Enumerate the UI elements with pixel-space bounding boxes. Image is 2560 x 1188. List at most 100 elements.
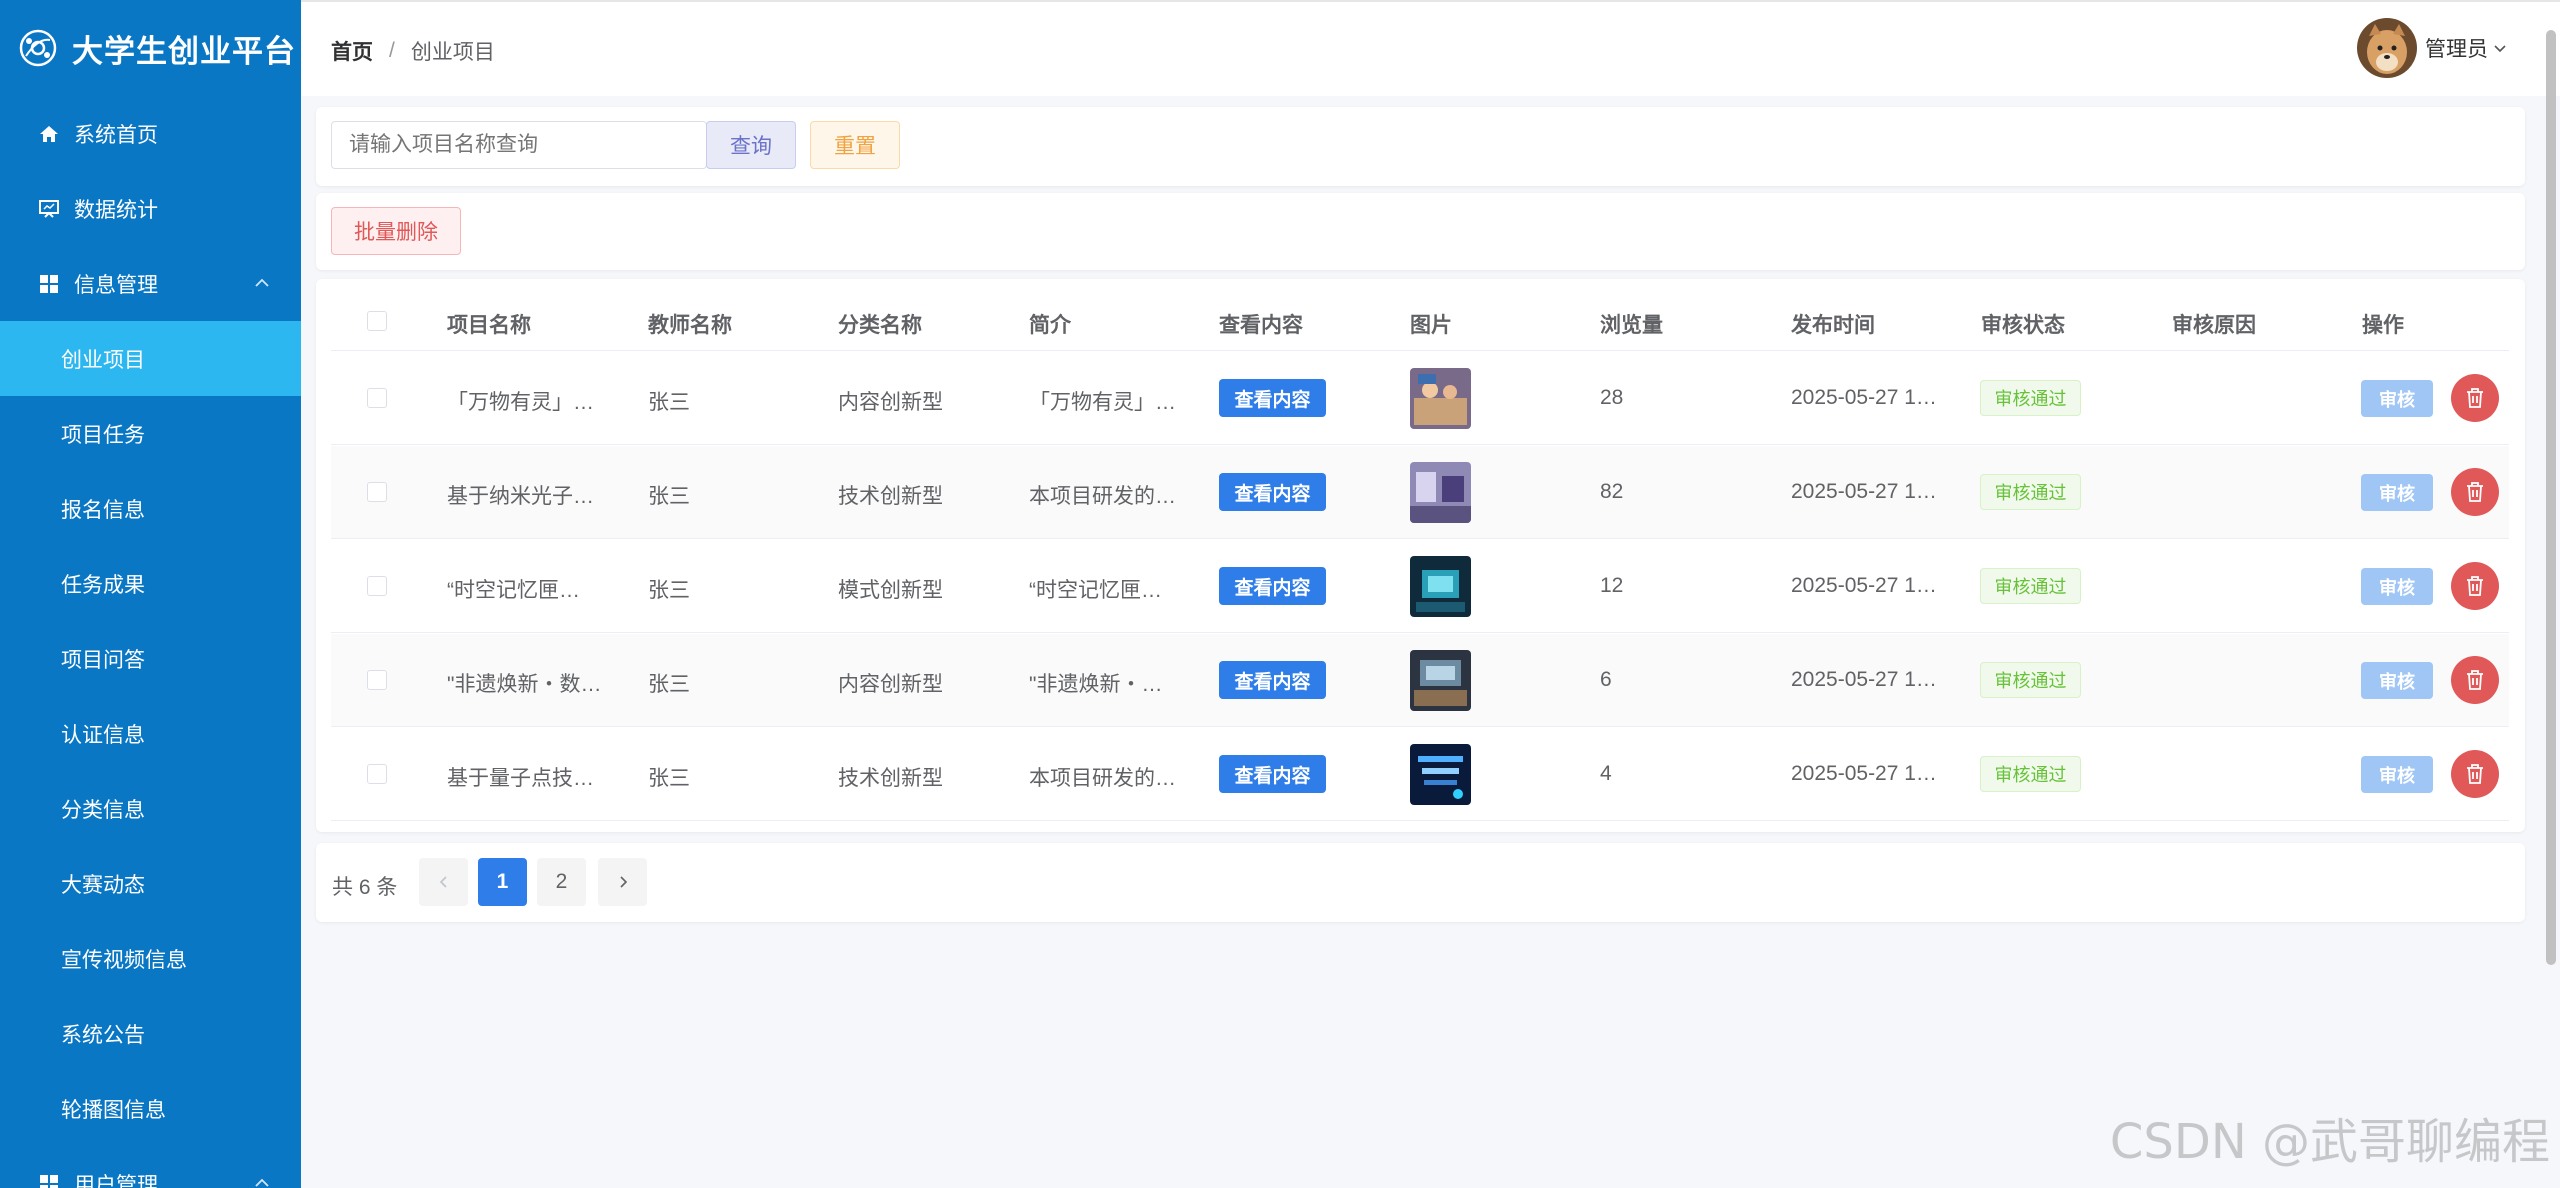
row-checkbox[interactable] <box>367 670 387 690</box>
trash-icon <box>2467 482 2483 502</box>
table-row: “时空记忆匣… 张三 模式创新型 “时空记忆匣… 查看内容 12 2025-05… <box>331 540 2509 633</box>
project-intro: 本项目研发的… <box>1029 767 1176 790</box>
trash-icon <box>2467 670 2483 690</box>
sidebar-group-info-management[interactable]: 信息管理 <box>0 246 301 321</box>
project-intro: 本项目研发的… <box>1029 485 1176 508</box>
query-button[interactable]: 查询 <box>706 121 796 169</box>
grid-icon <box>38 1173 60 1188</box>
next-page-button[interactable] <box>598 858 647 906</box>
page-2-button[interactable]: 2 <box>537 858 586 906</box>
row-checkbox[interactable] <box>367 764 387 784</box>
chevron-up-icon <box>255 278 269 287</box>
table-row: "非遗焕新・数… 张三 内容创新型 "非遗焕新・… 查看内容 6 2025-05… <box>331 634 2509 727</box>
sidebar-item-project-qa[interactable]: 项目问答 <box>0 621 301 696</box>
status-badge: 审核通过 <box>1980 756 2081 792</box>
delete-button[interactable] <box>2451 562 2499 610</box>
sidebar-item-project-tasks[interactable]: 项目任务 <box>0 396 301 471</box>
audit-button[interactable]: 审核 <box>2361 568 2433 605</box>
search-input[interactable] <box>331 121 707 169</box>
column-header: 查看内容 <box>1219 314 1303 337</box>
column-header: 分类名称 <box>838 314 922 337</box>
home-icon <box>38 123 60 145</box>
prev-page-button[interactable] <box>419 858 468 906</box>
avatar[interactable] <box>2357 18 2417 78</box>
project-table: 项目名称 教师名称 分类名称 简介 查看内容 图片 浏览量 发布时间 审核状态 … <box>316 279 2525 832</box>
breadcrumb-separator: / <box>389 39 395 62</box>
row-checkbox[interactable] <box>367 482 387 502</box>
sidebar-item-home[interactable]: 系统首页 <box>0 96 301 171</box>
view-content-button[interactable]: 查看内容 <box>1219 379 1326 417</box>
sidebar-item-stats[interactable]: 数据统计 <box>0 171 301 246</box>
sidebar-item-carousel[interactable]: 轮播图信息 <box>0 1071 301 1146</box>
column-header: 发布时间 <box>1791 314 1875 337</box>
status-badge: 审核通过 <box>1980 662 2081 698</box>
sidebar-item-task-results[interactable]: 任务成果 <box>0 546 301 621</box>
sidebar-item-registration[interactable]: 报名信息 <box>0 471 301 546</box>
trash-icon <box>2467 576 2483 596</box>
trash-icon <box>2467 388 2483 408</box>
sidebar-item-label: 用户管理 <box>74 1173 158 1188</box>
sidebar-item-certification[interactable]: 认证信息 <box>0 696 301 771</box>
user-menu[interactable]: 管理员 <box>2357 18 2508 78</box>
project-image[interactable] <box>1410 368 1471 429</box>
batch-delete-button[interactable]: 批量删除 <box>331 207 461 255</box>
status-badge: 审核通过 <box>1980 474 2081 510</box>
chevron-down-icon[interactable] <box>2492 40 2508 56</box>
audit-button[interactable]: 审核 <box>2361 756 2433 793</box>
category-name: 模式创新型 <box>838 579 943 602</box>
status-badge: 审核通过 <box>1980 568 2081 604</box>
delete-button[interactable] <box>2451 468 2499 516</box>
view-content-button[interactable]: 查看内容 <box>1219 661 1326 699</box>
sidebar-item-promo-videos[interactable]: 宣传视频信息 <box>0 921 301 996</box>
category-name: 技术创新型 <box>838 485 943 508</box>
sidebar-item-competition-news[interactable]: 大赛动态 <box>0 846 301 921</box>
total-count: 共 6 条 <box>332 876 398 899</box>
view-content-button[interactable]: 查看内容 <box>1219 567 1326 605</box>
project-image[interactable] <box>1410 462 1471 523</box>
sidebar-item-announcements[interactable]: 系统公告 <box>0 996 301 1071</box>
table-header: 项目名称 教师名称 分类名称 简介 查看内容 图片 浏览量 发布时间 审核状态 … <box>331 291 2509 351</box>
project-image[interactable] <box>1410 650 1471 711</box>
platform-logo-icon <box>19 29 57 67</box>
delete-button[interactable] <box>2451 656 2499 704</box>
page-scrollbar[interactable] <box>2546 30 2556 965</box>
table-row: 「万物有灵」… 张三 内容创新型 「万物有灵」… 查看内容 28 2025-05… <box>331 352 2509 445</box>
teacher-name: 张三 <box>648 579 690 602</box>
teacher-name: 张三 <box>648 485 690 508</box>
search-panel: 查询 重置 <box>316 107 2525 186</box>
teacher-name: 张三 <box>648 391 690 414</box>
publish-time: 2025-05-27 1… <box>1791 668 1937 691</box>
column-header: 操作 <box>2362 314 2404 337</box>
teacher-name: 张三 <box>648 767 690 790</box>
sidebar-item-categories[interactable]: 分类信息 <box>0 771 301 846</box>
project-image[interactable] <box>1410 744 1471 805</box>
user-name[interactable]: 管理员 <box>2425 33 2488 63</box>
breadcrumb-home[interactable]: 首页 <box>331 36 373 66</box>
publish-time: 2025-05-27 1… <box>1791 762 1937 785</box>
delete-button[interactable] <box>2451 750 2499 798</box>
chevron-left-icon <box>439 876 447 888</box>
audit-button[interactable]: 审核 <box>2361 380 2433 417</box>
sidebar-item-startup-projects[interactable]: 创业项目 <box>0 321 301 396</box>
row-checkbox[interactable] <box>367 576 387 596</box>
sidebar: 大学生创业平台 系统首页 数据统计 信息管理 创业项目 项目任务 报名信息 任务… <box>0 0 301 1188</box>
view-content-button[interactable]: 查看内容 <box>1219 473 1326 511</box>
reset-button[interactable]: 重置 <box>810 121 900 169</box>
project-image[interactable] <box>1410 556 1471 617</box>
select-all-checkbox[interactable] <box>367 311 387 331</box>
breadcrumb-current: 创业项目 <box>410 41 495 64</box>
top-header: 首页 / 创业项目 管理员 <box>301 0 2560 96</box>
column-header: 浏览量 <box>1600 314 1663 337</box>
sidebar-item-label: 数据统计 <box>74 198 158 222</box>
sidebar-group-user-management[interactable]: 用户管理 <box>0 1146 301 1188</box>
view-content-button[interactable]: 查看内容 <box>1219 755 1326 793</box>
category-name: 内容创新型 <box>838 673 943 696</box>
audit-button[interactable]: 审核 <box>2361 474 2433 511</box>
page-1-button[interactable]: 1 <box>478 858 527 906</box>
delete-button[interactable] <box>2451 374 2499 422</box>
action-panel: 批量删除 <box>316 193 2525 270</box>
logo: 大学生创业平台 <box>0 0 301 96</box>
row-checkbox[interactable] <box>367 388 387 408</box>
audit-button[interactable]: 审核 <box>2361 662 2433 699</box>
view-count: 82 <box>1600 480 1624 503</box>
